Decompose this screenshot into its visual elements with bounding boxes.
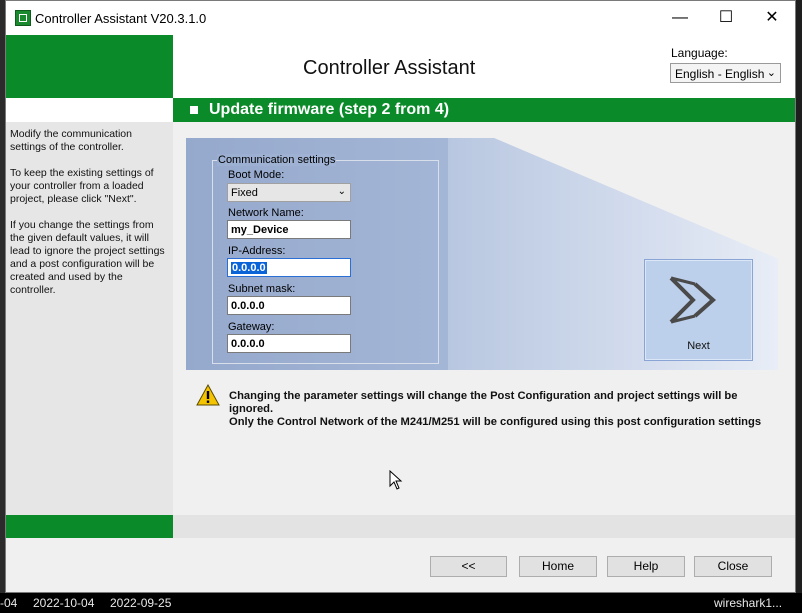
taskbar: -04 2022-10-04 2022-09-25 wireshark1... (0, 593, 802, 613)
help-sidebar: Modify the communication settings of the… (6, 122, 173, 515)
maximize-button[interactable]: ☐ (703, 1, 749, 35)
window-title: Controller Assistant V20.3.1.0 (35, 11, 207, 26)
app-icon (15, 10, 31, 26)
double-chevron-right-icon (669, 276, 717, 324)
ip-address-value: 0.0.0.0 (231, 262, 267, 274)
taskbar-text-3: 2022-09-25 (110, 596, 172, 610)
home-button[interactable]: Home (519, 556, 597, 577)
step-bullet-icon (190, 106, 198, 114)
gateway-label: Gateway: (228, 321, 275, 333)
step-bar: Update firmware (step 2 from 4) (173, 98, 795, 122)
header-brand-bar (6, 35, 173, 98)
warning-message: Changing the parameter settings will cha… (229, 390, 779, 429)
network-name-value: my_Device (231, 224, 289, 236)
close-button[interactable]: Close (694, 556, 772, 577)
step-left-spacer (6, 98, 173, 122)
warning-line-2: Only the Control Network of the M241/M25… (229, 416, 762, 428)
help-text-1: Modify the communication settings of the… (10, 128, 132, 153)
step-title: Update firmware (step 2 from 4) (209, 101, 450, 118)
close-window-button[interactable]: ✕ (749, 1, 795, 35)
mouse-cursor-icon (389, 470, 403, 490)
network-name-input[interactable]: my_Device (227, 220, 351, 239)
communication-settings-label: Communication settings (217, 154, 337, 166)
warning-line-1: Changing the parameter settings will cha… (229, 390, 738, 415)
chevron-down-icon: ⌄ (337, 186, 346, 197)
main-content: Communication settings Boot Mode: Fixed … (173, 122, 795, 515)
footer-brand-bar (6, 515, 173, 538)
subnet-mask-input[interactable]: 0.0.0.0 (227, 296, 351, 315)
network-name-label: Network Name: (228, 207, 304, 219)
subnet-mask-value: 0.0.0.0 (231, 300, 265, 312)
next-button[interactable]: Next (644, 259, 753, 361)
title-bar: Controller Assistant V20.3.1.0 — ☐ ✕ (6, 1, 795, 35)
taskbar-text-2: 2022-10-04 (33, 596, 95, 610)
language-value: English - English (675, 67, 765, 81)
gateway-input[interactable]: 0.0.0.0 (227, 334, 351, 353)
chevron-down-icon: ⌄ (766, 67, 776, 79)
ip-address-input[interactable]: 0.0.0.0 (227, 258, 351, 277)
page-title: Controller Assistant (303, 57, 476, 79)
taskbar-item-wireshark[interactable]: wireshark1... (714, 596, 782, 610)
next-label: Next (687, 340, 710, 352)
minimize-button[interactable]: — (657, 1, 703, 35)
help-text-3: If you change the settings from the give… (10, 219, 165, 296)
ip-address-label: IP-Address: (228, 245, 286, 257)
controller-assistant-window: Controller Assistant V20.3.1.0 — ☐ ✕ Con… (5, 0, 796, 593)
boot-mode-label: Boot Mode: (228, 169, 285, 181)
language-select[interactable]: English - English ⌄ (670, 63, 781, 83)
header: Controller Assistant Language: English -… (173, 35, 795, 98)
gateway-value: 0.0.0.0 (231, 338, 265, 350)
footer-bar (173, 515, 795, 538)
subnet-mask-label: Subnet mask: (228, 283, 296, 295)
taskbar-text-1: -04 (0, 596, 18, 610)
warning-icon (196, 384, 220, 406)
boot-mode-value: Fixed (231, 187, 258, 199)
language-label: Language: (671, 46, 728, 60)
help-button[interactable]: Help (607, 556, 685, 577)
boot-mode-select[interactable]: Fixed ⌄ (227, 183, 351, 202)
help-text-2: To keep the existing settings of your co… (10, 167, 154, 205)
back-button[interactable]: << (430, 556, 507, 577)
